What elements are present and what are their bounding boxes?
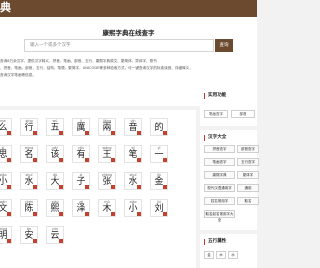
character-card[interactable]: wén 文 xyxy=(0,199,12,217)
popular-characters-panel: me 么 xíng 行 wǔ 五 lì 厲 liǎng 兩 yīn 音的 sī 思 míng 名 gāi 该 yǒu… xyxy=(0,110,196,268)
search-input[interactable]: 输入一个或多个汉字 xyxy=(24,39,214,52)
character-card[interactable]: sī 思 xyxy=(0,145,12,163)
character-card[interactable]: gāi 该 xyxy=(46,145,64,163)
corner-marker-icon xyxy=(111,185,115,189)
character-card[interactable]: shuǐ 水 xyxy=(20,172,38,190)
tool-link[interactable]: 部首 xyxy=(231,110,255,118)
wuxing-link[interactable]: 金 xyxy=(204,251,214,259)
tool-link[interactable]: 笔画查字 xyxy=(204,110,228,118)
dictionary-link[interactable]: 笔画查字 xyxy=(204,158,235,166)
character-card[interactable]: wǔ 五 xyxy=(46,118,64,136)
corner-marker-icon xyxy=(163,131,167,135)
corner-marker-icon xyxy=(85,131,89,135)
dictionary-link[interactable]: 现代汉语通用字 xyxy=(204,184,235,192)
corner-marker-icon xyxy=(33,185,37,189)
corner-marker-icon xyxy=(163,158,167,162)
character-card[interactable]: xiǎo 小 xyxy=(0,172,12,190)
dictionary-link[interactable]: 取名起名常用字大全 xyxy=(204,210,235,222)
character-card[interactable]: me 么 xyxy=(0,118,12,136)
corner-marker-icon xyxy=(7,158,11,162)
character-card[interactable]: xiáo 熙 xyxy=(46,199,64,217)
character-card[interactable]: mù 木 xyxy=(98,199,116,217)
corner-marker-icon xyxy=(7,185,11,189)
dictionary-box: 汉字大全 拼音查字 部首查字 笔画查字 五行查字 康熙字典 繁体字 现代汉语通用字 通用 姓名常… xyxy=(200,130,259,230)
corner-marker-icon xyxy=(137,131,141,135)
corner-marker-icon xyxy=(7,212,11,216)
dictionary-link[interactable]: 五行查字 xyxy=(237,158,259,166)
corner-marker-icon xyxy=(59,185,63,189)
corner-marker-icon xyxy=(59,212,63,216)
corner-marker-icon xyxy=(137,212,141,216)
site-logo[interactable]: 典 xyxy=(0,1,11,15)
character-card[interactable]: lì 厲 xyxy=(72,118,90,136)
dictionary-link[interactable]: 姓名常用字 xyxy=(204,197,235,205)
top-bar: 典 xyxy=(0,0,257,17)
character-card[interactable]: shuǐ 水 xyxy=(124,172,142,190)
corner-marker-icon xyxy=(7,131,11,135)
tools-title: 实用功能 xyxy=(204,93,226,99)
search-button[interactable]: 查询 xyxy=(215,39,233,52)
character-card[interactable]: chén 陈 xyxy=(20,199,38,217)
corner-marker-icon xyxy=(33,131,37,135)
corner-marker-icon xyxy=(59,158,63,162)
sidebar: 实用功能 笔画查字 部首 汉字大全 拼音查字 部首查字 笔画查字 五行查字 康熙字典 繁体… xyxy=(200,88,259,268)
corner-marker-icon xyxy=(111,158,115,162)
character-card[interactable]: yīn 音 xyxy=(124,118,142,136)
wuxing-link[interactable]: 水 xyxy=(228,251,238,259)
corner-marker-icon xyxy=(85,212,89,216)
dictionary-link[interactable]: 取名 xyxy=(237,197,259,205)
corner-marker-icon xyxy=(163,185,167,189)
dictionary-title: 汉字大全 xyxy=(204,135,226,141)
corner-marker-icon xyxy=(163,212,167,216)
wuxing-title: 五行属性 xyxy=(204,239,226,245)
character-card[interactable]: yī 一 xyxy=(150,145,168,163)
page-title: 康熙字典在线查字 xyxy=(102,29,155,37)
corner-marker-icon xyxy=(59,239,63,243)
corner-marker-icon xyxy=(111,212,115,216)
wuxing-link[interactable]: 木 xyxy=(216,251,226,259)
character-card[interactable]: dà 大 xyxy=(46,172,64,190)
corner-marker-icon xyxy=(111,131,115,135)
corner-marker-icon xyxy=(85,185,89,189)
corner-marker-icon xyxy=(59,131,63,135)
dictionary-link[interactable]: 拼音查字 xyxy=(204,145,235,153)
site-description: 查询8万余汉字，提供汉字释义、拼音、笔画、部首、五行、康熙字典原文、繁简体、异体… xyxy=(0,58,257,79)
character-card[interactable]: liǎng 兩 xyxy=(98,118,116,136)
wuxing-box: 五行属性 金 木 水 xyxy=(200,234,257,268)
corner-marker-icon xyxy=(33,158,37,162)
character-card[interactable]: zhāng 张 xyxy=(98,172,116,190)
description-line: 查询汉字笔画等信息。 xyxy=(0,73,36,77)
character-card[interactable]: zǐ 子 xyxy=(72,172,90,190)
character-card[interactable]: xiǎo 小 xyxy=(124,199,142,217)
corner-marker-icon xyxy=(33,239,37,243)
character-card[interactable]: 的 xyxy=(150,118,168,136)
character-card[interactable]: xíng 行 xyxy=(20,118,38,136)
character-card[interactable]: bǐ 笔 xyxy=(124,145,142,163)
description-line: ，拼音，笔画，部首，五行，结构，笔顺，繁简字，UNICODE等多种检索方式，可一… xyxy=(0,66,193,70)
dictionary-link[interactable]: 通用 xyxy=(237,184,259,192)
character-card[interactable]: yún 云 xyxy=(46,226,64,244)
character-card[interactable]: míng 明 xyxy=(0,226,12,244)
dictionary-link[interactable]: 康熙字典 xyxy=(204,171,235,179)
corner-marker-icon xyxy=(137,185,141,189)
character-card[interactable]: jīn 金 xyxy=(150,172,168,190)
corner-marker-icon xyxy=(85,158,89,162)
character-card[interactable]: zé 泽 xyxy=(72,199,90,217)
dictionary-link[interactable]: 部首查字 xyxy=(237,145,259,153)
corner-marker-icon xyxy=(137,158,141,162)
dictionary-link[interactable]: 繁体字 xyxy=(237,171,259,179)
corner-marker-icon xyxy=(33,212,37,216)
character-card[interactable]: wáng 王 xyxy=(98,145,116,163)
character-card[interactable]: liú 刘 xyxy=(150,199,168,217)
tools-box: 实用功能 笔画查字 部首 xyxy=(200,88,257,126)
corner-marker-icon xyxy=(7,239,11,243)
character-card[interactable]: míng 名 xyxy=(20,145,38,163)
description-line: 查询8万余汉字，提供汉字释义、拼音、笔画、部首、五行、康熙字典原文、繁简体、异体… xyxy=(0,59,157,63)
character-card[interactable]: ān 安 xyxy=(20,226,38,244)
character-card[interactable]: yǒu 有 xyxy=(72,145,90,163)
